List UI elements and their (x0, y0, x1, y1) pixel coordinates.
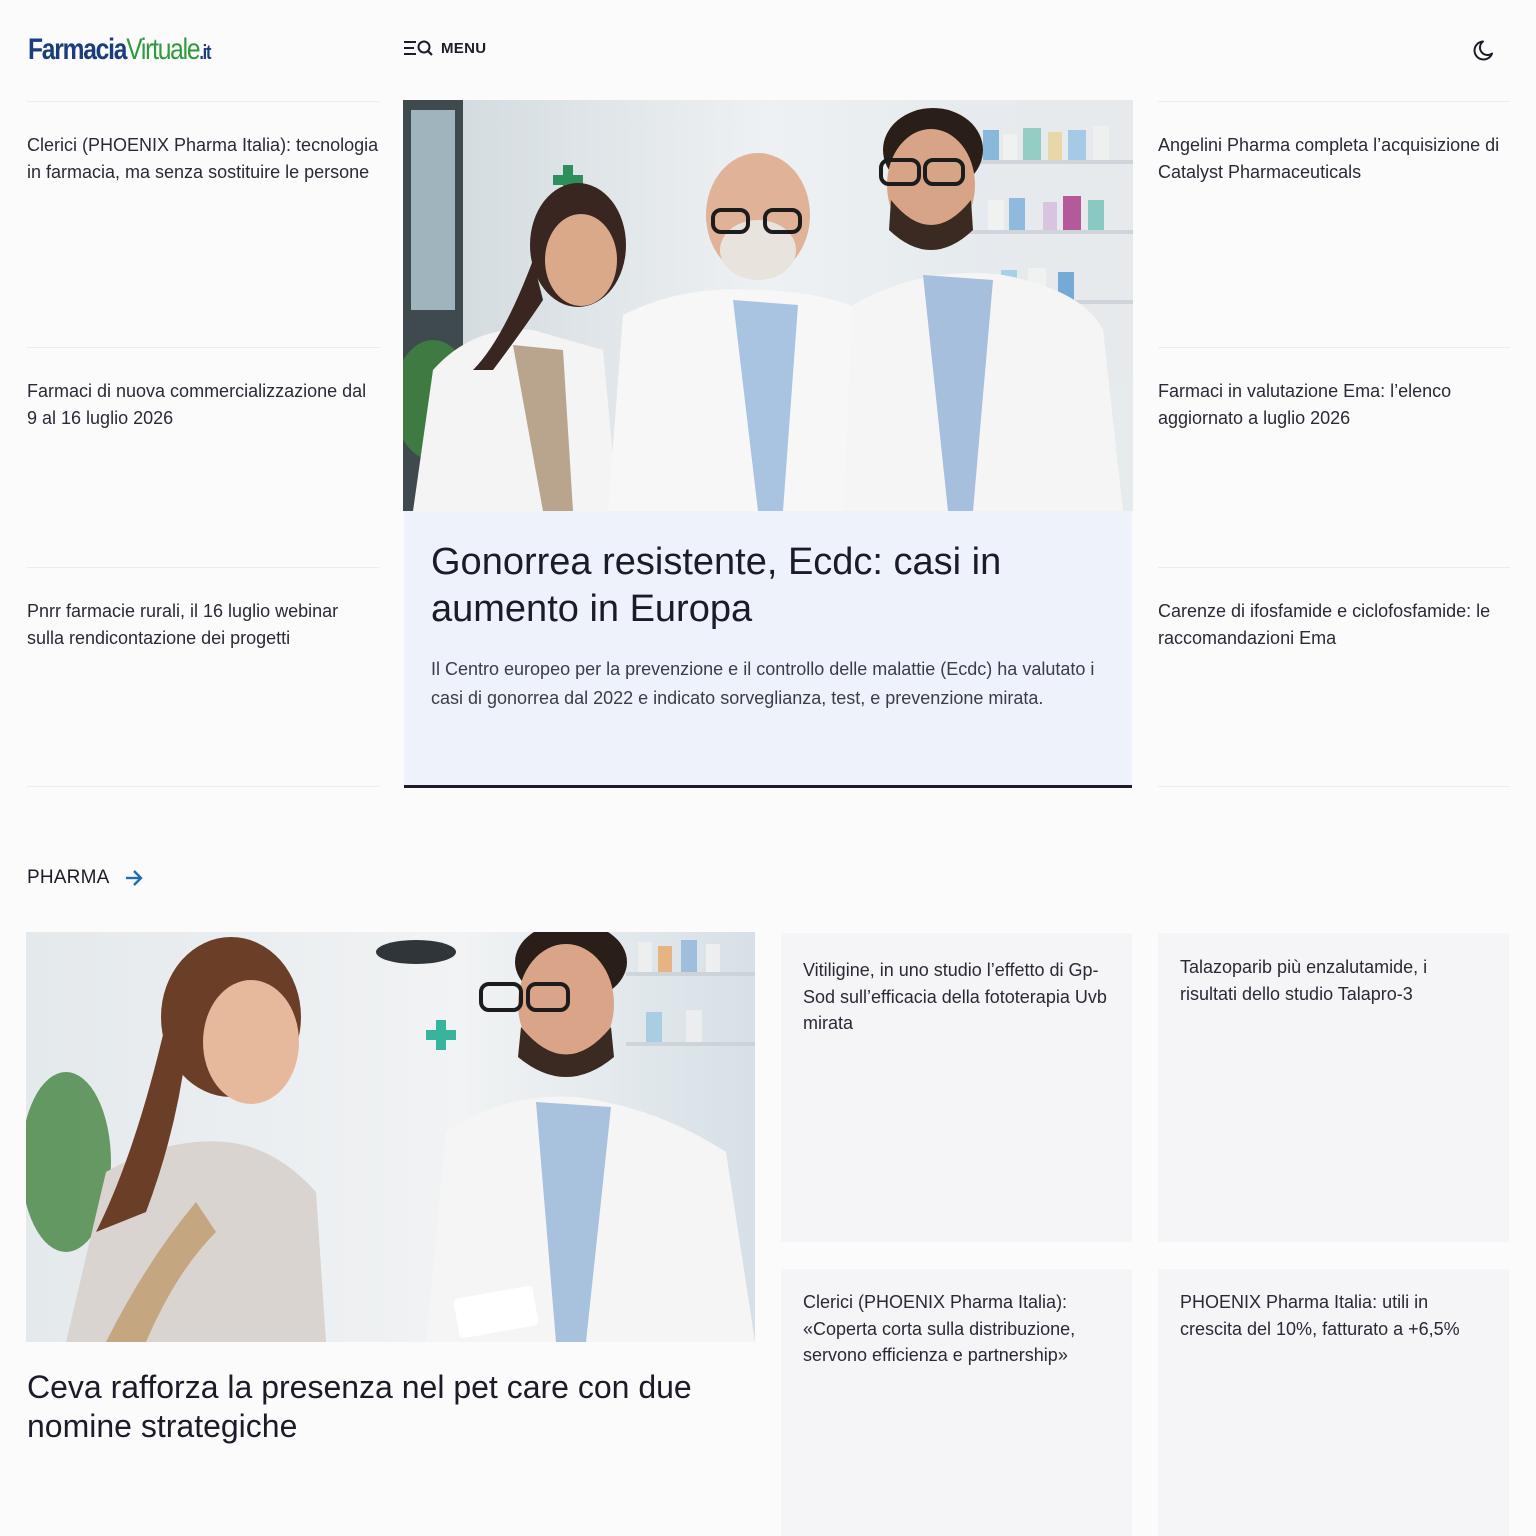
hero-article[interactable]: Gonorrea resistente, Ecdc: casi in aumen… (404, 511, 1132, 788)
pharma-card-2[interactable]: Talazoparib più enzalutamide, i risultat… (1158, 933, 1509, 1242)
right-article-1[interactable]: Angelini Pharma completa l’acquisizione … (1158, 101, 1510, 348)
moon-icon[interactable] (1472, 37, 1498, 63)
site-logo[interactable]: FarmaciaVirtuale.it (28, 30, 211, 73)
right-article-2[interactable]: Farmaci in valutazione Ema: l’elenco agg… (1158, 347, 1510, 567)
pharma-card-1-title: Vitiligine, in uno studio l’effetto di G… (803, 960, 1107, 1033)
logo-part-farmacia: Farmacia (28, 33, 127, 66)
logo-part-virtuale: Virtuale (126, 33, 200, 66)
left-article-1-title: Clerici (PHOENIX Pharma Italia): tecnolo… (27, 135, 379, 182)
left-article-3[interactable]: Pnrr farmacie rurali, il 16 luglio webin… (27, 567, 379, 787)
right-article-3[interactable]: Carenze di ifosfamide e ciclofosfamide: … (1158, 567, 1510, 787)
right-article-3-title: Carenze di ifosfamide e ciclofosfamide: … (1158, 601, 1491, 648)
menu-search-icon (404, 40, 433, 56)
left-article-2-title: Farmaci di nuova commercializzazione dal… (27, 381, 367, 428)
left-article-1[interactable]: Clerici (PHOENIX Pharma Italia): tecnolo… (27, 101, 379, 348)
divider (1158, 786, 1510, 787)
right-article-2-title: Farmaci in valutazione Ema: l’elenco agg… (1158, 381, 1452, 428)
menu-label: MENU (441, 39, 487, 57)
hero-description: Il Centro europeo per la prevenzione e i… (431, 659, 1095, 708)
section-pharma-label: PHARMA (27, 867, 110, 888)
logo-part-tld: .it (199, 42, 211, 64)
menu-button[interactable]: MENU (403, 38, 486, 58)
section-pharma-link[interactable]: PHARMA (27, 867, 144, 889)
pharma-card-3[interactable]: Clerici (PHOENIX Pharma Italia): «Copert… (781, 1269, 1132, 1536)
left-article-2[interactable]: Farmaci di nuova commercializzazione dal… (27, 347, 379, 567)
pharma-main-image[interactable] (26, 932, 755, 1342)
pharma-card-1[interactable]: Vitiligine, in uno studio l’effetto di G… (781, 933, 1132, 1242)
divider (27, 786, 379, 787)
hero-title[interactable]: Gonorrea resistente, Ecdc: casi in aumen… (431, 539, 1105, 633)
hero-image[interactable] (403, 100, 1133, 511)
right-article-1-title: Angelini Pharma completa l’acquisizione … (1158, 135, 1500, 182)
pharma-main-title[interactable]: Ceva rafforza la presenza nel pet care c… (27, 1368, 747, 1446)
pharma-card-4-title: PHOENIX Pharma Italia: utili in crescita… (1180, 1292, 1460, 1339)
pharma-card-3-title: Clerici (PHOENIX Pharma Italia): «Copert… (803, 1292, 1076, 1365)
arrow-right-icon (125, 870, 143, 886)
pharma-card-2-title: Talazoparib più enzalutamide, i risultat… (1180, 957, 1428, 1004)
left-article-3-title: Pnrr farmacie rurali, il 16 luglio webin… (27, 601, 339, 648)
pharma-card-4[interactable]: PHOENIX Pharma Italia: utili in crescita… (1158, 1269, 1509, 1536)
